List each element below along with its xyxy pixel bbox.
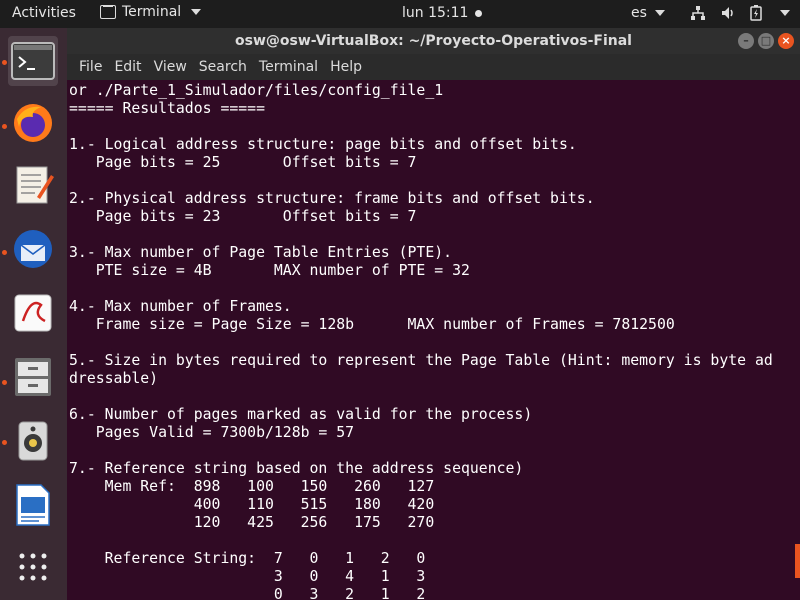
menu-help[interactable]: Help [324, 59, 368, 75]
dock [0, 28, 67, 600]
terminal-line: 5.- Size in bytes required to represent … [69, 352, 773, 369]
clock-label: lun 15:11 [402, 5, 469, 21]
menu-edit[interactable]: Edit [108, 59, 147, 75]
terminal-line: Pages Valid = 7300b/128b = 57 [69, 424, 355, 441]
terminal-line: 400 110 515 180 420 [69, 496, 435, 513]
terminal-line: 120 425 256 175 270 [69, 514, 435, 531]
terminal-line: 2.- Physical address structure: frame bi… [69, 190, 595, 207]
app-menu-label: Terminal [122, 4, 182, 20]
language-label: es [631, 5, 647, 21]
running-indicator [2, 440, 7, 445]
running-indicator [2, 380, 7, 385]
terminal-line: 7.- Reference string based on the addres… [69, 460, 524, 477]
terminal-line: 3.- Max number of Page Table Entries (PT… [69, 244, 453, 261]
close-button[interactable]: × [778, 33, 794, 49]
running-indicator [2, 250, 7, 255]
window-controls: – □ × [738, 33, 794, 49]
system-tray[interactable] [690, 5, 790, 21]
maximize-button[interactable]: □ [758, 33, 774, 49]
dock-speaker[interactable] [8, 416, 58, 466]
terminal-icon [11, 42, 55, 80]
menu-search[interactable]: Search [193, 59, 253, 75]
running-indicator [2, 124, 7, 129]
dock-file-cabinet[interactable] [8, 352, 58, 402]
window-title: osw@osw-VirtualBox: ~/Proyecto-Operativo… [235, 33, 632, 49]
terminal-output[interactable]: or ./Parte_1_Simulador/files/config_file… [67, 80, 800, 600]
terminal-line: 4.- Max number of Frames. [69, 298, 292, 315]
dock-document-viewer[interactable] [8, 288, 58, 338]
dock-thunderbird[interactable] [8, 224, 58, 274]
dock-writer[interactable] [8, 480, 58, 530]
top-bar: Activities Terminal lun 15:11 es [0, 0, 800, 28]
chevron-down-icon [191, 9, 202, 15]
file-cabinet-icon [15, 358, 51, 396]
volume-icon [722, 7, 733, 19]
network-icon [691, 6, 705, 20]
firefox-icon [14, 104, 52, 142]
text-editor-icon [16, 166, 54, 204]
chevron-down-icon [780, 10, 790, 16]
terminal-line: Page bits = 25 Offset bits = 7 [69, 154, 417, 171]
writer-icon [16, 484, 50, 526]
clock[interactable]: lun 15:11 [402, 5, 483, 21]
terminal-line: Mem Ref: 898 100 150 260 127 [69, 478, 435, 495]
document-viewer-icon [14, 294, 52, 332]
terminal-line: Reference String: 7 0 1 2 0 [69, 550, 426, 567]
terminal-line: PTE size = 4B MAX number of PTE = 32 [69, 262, 470, 279]
notification-dot-icon [475, 9, 483, 17]
menu-terminal[interactable]: Terminal [253, 59, 324, 75]
terminal-line: ===== Resultados ===== [69, 100, 265, 117]
minimize-button[interactable]: – [738, 33, 754, 49]
terminal-line: 6.- Number of pages marked as valid for … [69, 406, 533, 423]
scrollbar-thumb[interactable] [795, 544, 800, 578]
running-indicator [2, 60, 7, 65]
battery-icon [750, 5, 762, 21]
terminal-line: Page bits = 23 Offset bits = 7 [69, 208, 417, 225]
terminal-line: Frame size = Page Size = 128b MAX number… [69, 316, 675, 333]
speaker-icon [18, 421, 48, 461]
terminal-line: dressable) [69, 370, 159, 387]
language-menu[interactable]: es [631, 5, 666, 21]
terminal-small-icon [100, 5, 116, 19]
activities-button[interactable]: Activities [12, 5, 76, 21]
terminal-line: 3 0 4 1 3 [69, 568, 426, 585]
dock-show-applications[interactable] [8, 542, 58, 592]
menu-view[interactable]: View [148, 59, 193, 75]
app-grid-icon [19, 553, 47, 581]
menu-file[interactable]: File [73, 59, 108, 75]
thunderbird-icon [14, 230, 52, 268]
terminal-line: 1.- Logical address structure: page bits… [69, 136, 577, 153]
terminal-line: or ./Parte_1_Simulador/files/config_file… [69, 82, 444, 99]
window-title-bar[interactable]: osw@osw-VirtualBox: ~/Proyecto-Operativo… [67, 28, 800, 54]
chevron-down-icon [655, 10, 666, 16]
terminal-line: 0 3 2 1 2 [69, 586, 426, 600]
app-menu[interactable]: Terminal [100, 4, 202, 20]
menu-bar: File Edit View Search Terminal Help [67, 54, 800, 80]
dock-text-editor[interactable] [8, 160, 58, 210]
dock-firefox[interactable] [8, 98, 58, 148]
dock-terminal[interactable] [8, 36, 58, 86]
